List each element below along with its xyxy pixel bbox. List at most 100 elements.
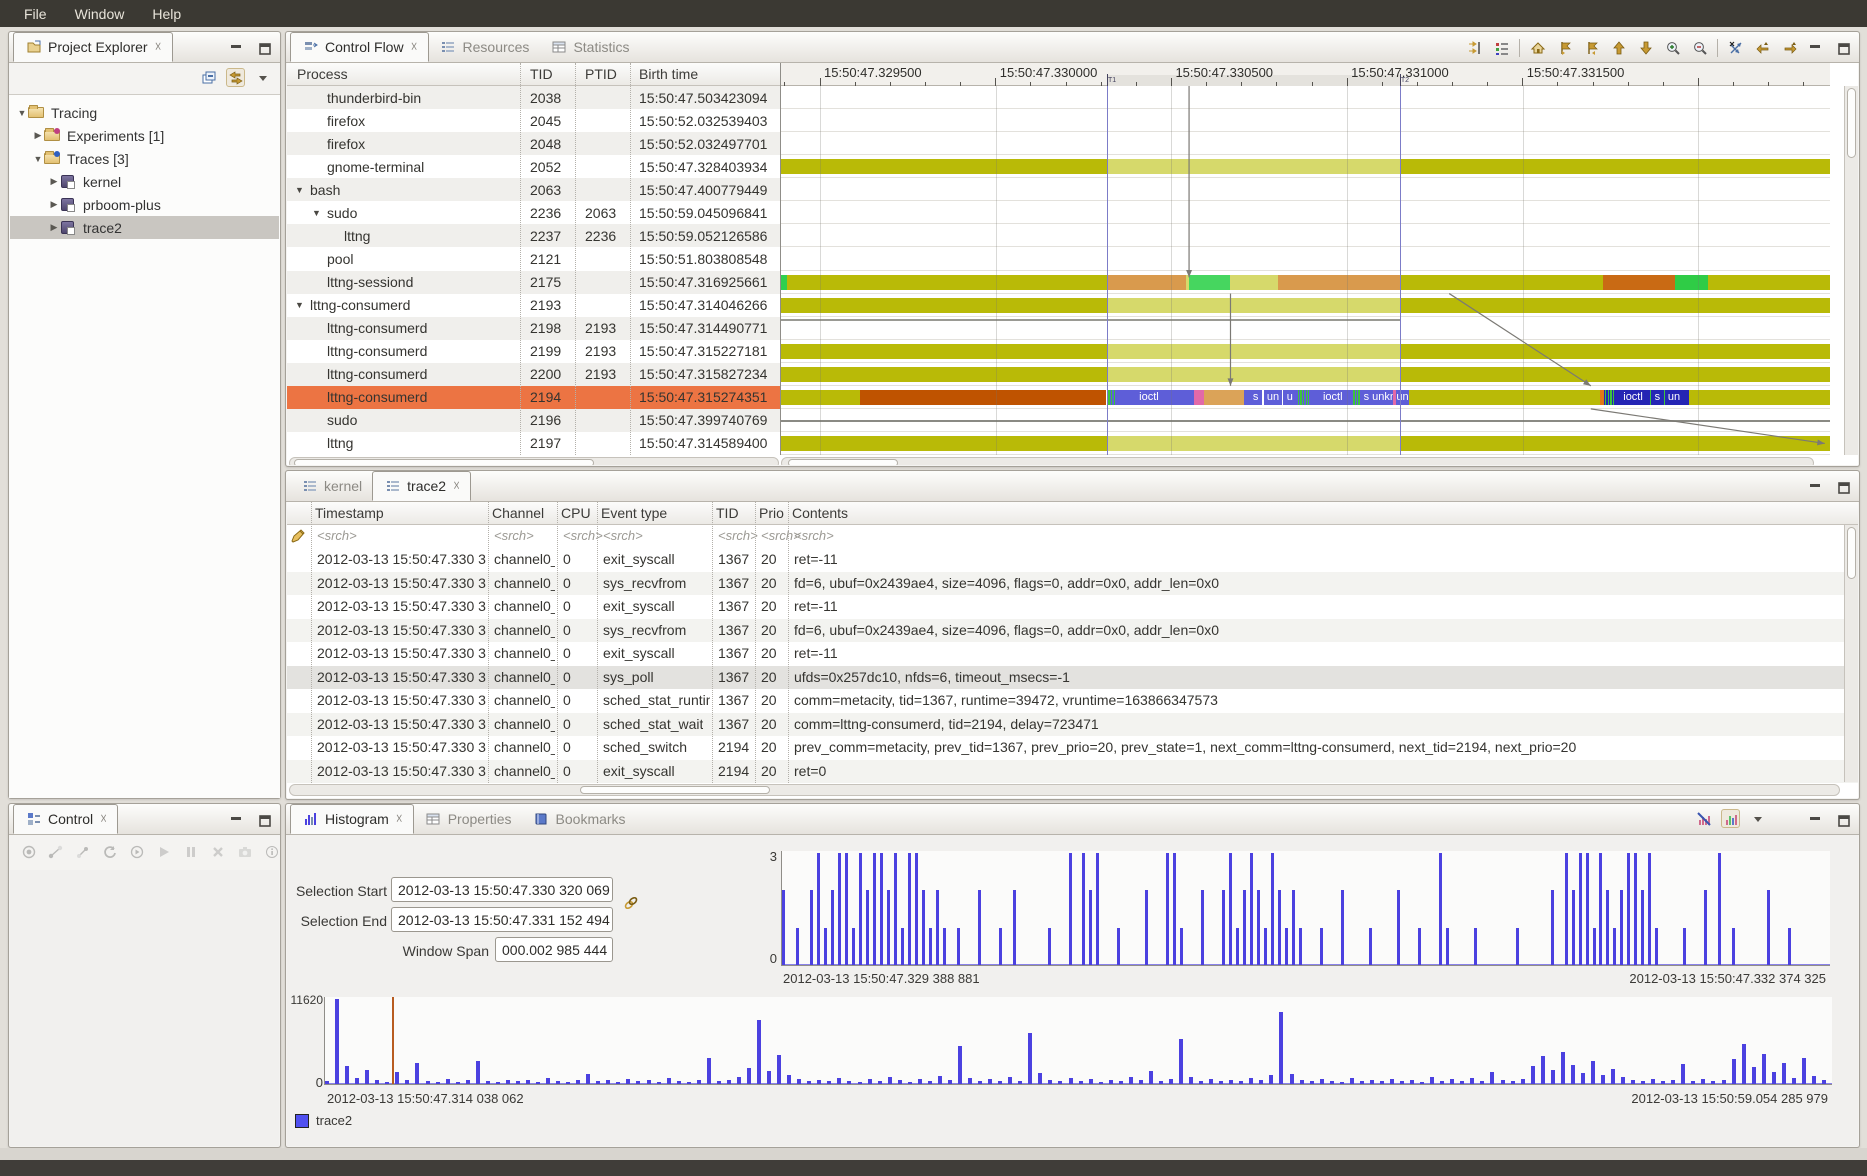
column-header-birth-time[interactable]: Birth time <box>639 66 698 82</box>
column-header-tid[interactable]: TID <box>530 66 553 82</box>
maximize-icon[interactable] <box>255 811 274 830</box>
minimize-icon[interactable] <box>1805 39 1824 58</box>
show-traces-icon[interactable] <box>1721 809 1740 828</box>
tab-resources[interactable]: Resources <box>429 32 540 62</box>
gantt-row-bash[interactable] <box>781 178 1830 201</box>
follow-prev-icon[interactable] <box>1753 38 1772 57</box>
menu-file[interactable]: File <box>12 2 59 26</box>
target-icon[interactable] <box>19 842 38 861</box>
selection-end-field[interactable]: 2012-03-13 15:50:47.331 152 494 <box>391 907 613 932</box>
tree-item-experiments-1-[interactable]: ▶Experiments [1] <box>10 124 279 147</box>
events-column-timestamp[interactable]: Timestamp <box>315 505 384 521</box>
scrollbar-thumb[interactable] <box>788 459 898 465</box>
arrow-down-icon[interactable] <box>1636 38 1655 57</box>
twisty-expanded-icon[interactable]: ▼ <box>16 108 28 118</box>
gantt-row-lttng-2237[interactable] <box>781 224 1830 247</box>
gantt-row-lttng-consumerd-2198[interactable] <box>781 317 1830 340</box>
view-menu-icon[interactable] <box>1748 809 1767 828</box>
tab-trace2[interactable]: trace2 ☓ <box>372 471 471 501</box>
minimize-icon[interactable] <box>226 39 245 58</box>
view-menu-icon[interactable] <box>253 68 272 87</box>
ignore-lost-events-icon[interactable] <box>1694 809 1713 828</box>
home-icon[interactable] <box>1528 38 1547 57</box>
collapse-all-icon[interactable] <box>199 68 218 87</box>
events-column-channel[interactable]: Channel <box>492 505 544 521</box>
process-row-pool-2121[interactable]: pool212115:50:51.803808548 <box>287 247 781 270</box>
tab-properties[interactable]: Properties <box>414 804 522 834</box>
gantt-row-lttng-consumerd-2200[interactable] <box>781 363 1830 386</box>
arrow-up-icon[interactable] <box>1609 38 1628 57</box>
horizontal-scrollbar[interactable] <box>289 457 779 465</box>
show-legend-icon[interactable] <box>1492 38 1511 57</box>
delete-icon[interactable] <box>208 842 227 861</box>
zoom-out-icon[interactable] <box>1690 38 1709 57</box>
gantt-row-firefox-2048[interactable] <box>781 132 1830 155</box>
column-divider[interactable] <box>788 502 789 783</box>
table-chart-splitter[interactable] <box>780 63 781 455</box>
vertical-scrollbar[interactable] <box>1844 525 1858 782</box>
play-icon[interactable] <box>154 842 173 861</box>
selection-line[interactable] <box>1107 86 1108 455</box>
twisty-expanded-icon[interactable]: ▼ <box>32 154 44 164</box>
close-icon[interactable]: ☓ <box>453 478 460 494</box>
process-row-lttng-consumerd-2193[interactable]: ▼lttng-consumerd219315:50:47.314046266 <box>287 294 781 317</box>
next-marker-icon[interactable] <box>1582 38 1601 57</box>
align-events-icon[interactable] <box>1465 38 1484 57</box>
info-icon[interactable] <box>262 842 281 861</box>
zoom-in-icon[interactable] <box>1663 38 1682 57</box>
tree-item-tracing[interactable]: ▼Tracing <box>10 101 279 124</box>
search-input-event-type[interactable]: <srch> <box>603 528 643 543</box>
column-divider[interactable] <box>755 502 756 783</box>
window-span-field[interactable]: 000.002 985 444 <box>495 937 613 962</box>
twisty-collapsed-icon[interactable]: ▶ <box>48 176 60 187</box>
process-row-firefox-2045[interactable]: firefox204515:50:52.032539403 <box>287 109 781 132</box>
close-icon[interactable]: ☓ <box>100 811 107 827</box>
event-row-exit_syscall[interactable]: 2012-03-13 15:50:47.330 305 987channel0_… <box>287 595 1858 619</box>
process-row-lttng-consumerd-2200[interactable]: lttng-consumerd2200219315:50:47.31582723… <box>287 363 781 386</box>
play-circle-icon[interactable] <box>127 842 146 861</box>
gantt-row-lttng-consumerd-2199[interactable] <box>781 340 1830 363</box>
event-row-sched_stat_wait[interactable]: 2012-03-13 15:50:47.330 327 647channel0_… <box>287 713 1858 737</box>
tab-project-explorer[interactable]: Project Explorer ☓ <box>13 32 173 62</box>
twisty-collapsed-icon[interactable]: ▶ <box>48 199 60 210</box>
process-row-thunderbird-bin-2038[interactable]: thunderbird-bin203815:50:47.503423094 <box>287 86 781 109</box>
vertical-scrollbar[interactable] <box>1844 86 1858 455</box>
events-column-cpu[interactable]: CPU <box>561 505 591 521</box>
process-row-gnome-terminal-2052[interactable]: gnome-terminal205215:50:47.328403934 <box>287 155 781 178</box>
scrollbar-thumb[interactable] <box>294 459 594 465</box>
hide-arrows-icon[interactable] <box>1726 38 1745 57</box>
process-row-lttng-consumerd-2199[interactable]: lttng-consumerd2199219315:50:47.31522718… <box>287 340 781 363</box>
events-column-tid[interactable]: TID <box>716 505 739 521</box>
horizontal-scrollbar[interactable] <box>781 457 1814 465</box>
events-column-contents[interactable]: Contents <box>792 505 848 521</box>
maximize-icon[interactable] <box>255 39 274 58</box>
process-row-bash-2063[interactable]: ▼bash206315:50:47.400779449 <box>287 178 781 201</box>
pause-icon[interactable] <box>181 842 200 861</box>
gantt-row-sudo-2236[interactable] <box>781 201 1830 224</box>
twisty-expanded-icon[interactable]: ▼ <box>295 185 307 195</box>
gantt-row-gnome-terminal[interactable] <box>781 155 1830 178</box>
gantt-row-firefox-2045[interactable] <box>781 109 1830 132</box>
tree-item-trace2[interactable]: ▶trace2 <box>10 216 279 239</box>
menu-window[interactable]: Window <box>63 2 137 26</box>
tree-item-prboom-plus[interactable]: ▶prboom-plus <box>10 193 279 216</box>
minimize-icon[interactable] <box>1805 478 1824 497</box>
maximize-icon[interactable] <box>1834 811 1853 830</box>
column-divider[interactable] <box>597 502 598 783</box>
events-column-prio[interactable]: Prio <box>759 505 784 521</box>
process-row-lttng-consumerd-2198[interactable]: lttng-consumerd2198219315:50:47.31449077… <box>287 317 781 340</box>
gantt-row-lttng-consumerd-2193[interactable] <box>781 294 1830 317</box>
minimize-icon[interactable] <box>226 811 245 830</box>
tab-kernel[interactable]: kernel <box>290 471 372 501</box>
tab-histogram[interactable]: Histogram ☓ <box>290 804 414 834</box>
column-divider[interactable] <box>712 502 713 783</box>
column-divider[interactable] <box>557 502 558 783</box>
event-row-exit_syscall[interactable]: 2012-03-13 15:50:47.330 315 574channel0_… <box>287 642 1858 666</box>
close-icon[interactable]: ☓ <box>396 811 403 827</box>
tab-control-flow[interactable]: Control Flow ☓ <box>290 32 429 62</box>
gantt-row-lttng-consumerd-2194[interactable]: ioctlsunuioctlsunknounioctlsun <box>781 386 1830 409</box>
twisty-expanded-icon[interactable]: ▼ <box>295 300 307 310</box>
events-search-row[interactable]: <srch><srch><srch><srch><srch><srch><src… <box>287 525 1858 548</box>
snapshot-icon[interactable] <box>235 842 254 861</box>
events-header[interactable]: TimestampChannelCPUEvent typeTIDPrioCont… <box>287 502 1858 525</box>
